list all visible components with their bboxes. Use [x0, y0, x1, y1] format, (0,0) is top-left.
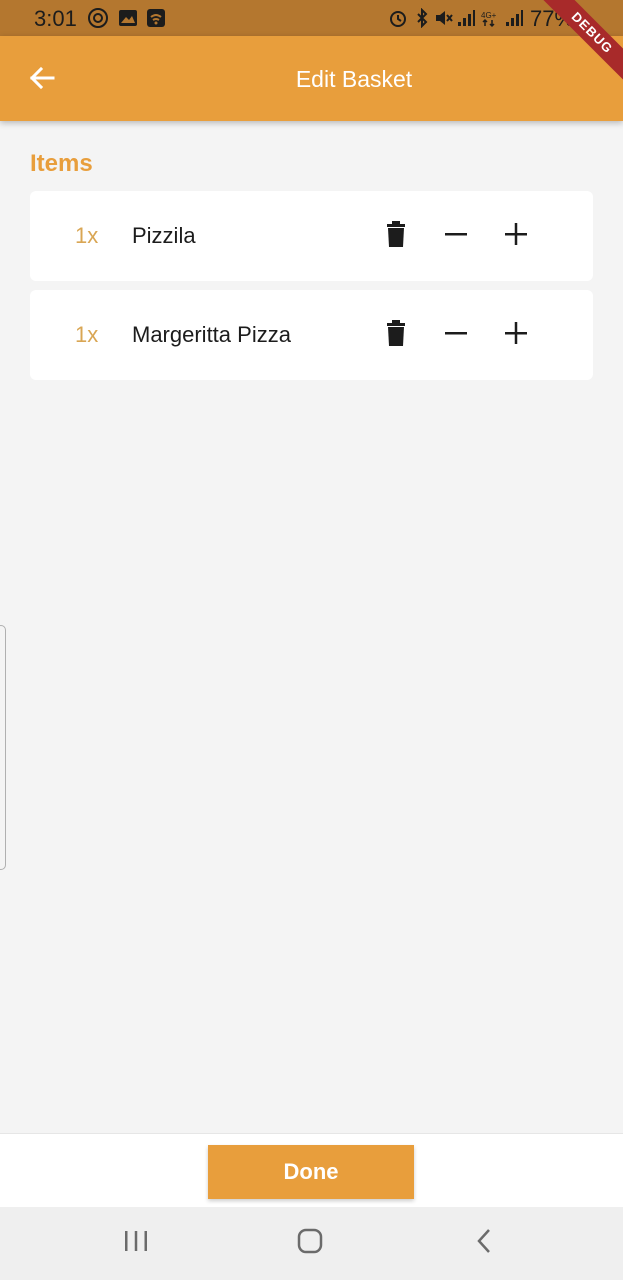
gallery-icon — [118, 8, 138, 28]
app-bar: Edit Basket — [0, 36, 623, 121]
recent-apps-button[interactable] — [116, 1225, 156, 1261]
decrease-quantity-button[interactable] — [436, 216, 476, 256]
bottom-action-bar: Done — [0, 1133, 623, 1207]
svg-text:4G+: 4G+ — [481, 11, 497, 20]
home-icon — [296, 1227, 324, 1260]
plus-icon — [504, 321, 528, 350]
edge-panel-handle[interactable] — [0, 625, 6, 870]
delete-item-button[interactable] — [376, 216, 416, 256]
items-heading: Items — [30, 150, 93, 177]
alarm-icon — [388, 8, 408, 28]
wifi-icon — [146, 8, 166, 28]
decrease-quantity-button[interactable] — [436, 315, 476, 355]
trash-icon — [384, 220, 408, 253]
increase-quantity-button[interactable] — [496, 216, 536, 256]
signal-icon — [456, 8, 476, 28]
trash-icon — [384, 319, 408, 352]
minus-icon — [444, 321, 468, 350]
delete-item-button[interactable] — [376, 315, 416, 355]
item-name: Margeritta Pizza — [132, 322, 291, 347]
nav-back-icon — [474, 1228, 494, 1259]
plus-icon — [504, 222, 528, 251]
item-quantity: 1x — [75, 322, 99, 347]
status-bar: 3:01 4G+ 77% — [0, 0, 623, 36]
messenger-icon — [88, 8, 108, 28]
basket-item: 1x Margeritta Pizza — [30, 290, 593, 380]
minus-icon — [444, 222, 468, 251]
bluetooth-icon — [412, 7, 432, 29]
system-nav-bar — [0, 1207, 623, 1280]
basket-item: 1x Pizzila — [30, 191, 593, 281]
increase-quantity-button[interactable] — [496, 315, 536, 355]
status-time: 3:01 — [34, 6, 77, 31]
done-button[interactable]: Done — [208, 1145, 414, 1199]
page-title: Edit Basket — [295, 66, 413, 92]
signal-icon — [504, 8, 524, 28]
item-name: Pizzila — [132, 223, 196, 248]
mute-icon — [434, 8, 454, 28]
recent-apps-icon — [123, 1229, 149, 1258]
home-button[interactable] — [290, 1225, 330, 1261]
nav-back-button[interactable] — [464, 1225, 504, 1261]
4g-icon: 4G+ — [480, 8, 500, 28]
item-quantity: 1x — [75, 223, 99, 248]
